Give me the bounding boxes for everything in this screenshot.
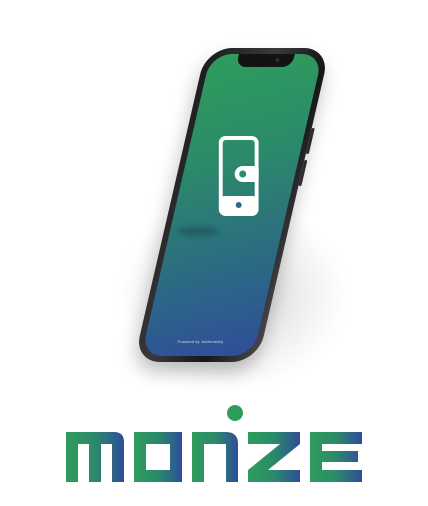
splash-screen: Powered by Jeafrenesily MONZE [0,0,428,506]
powered-by-text: Powered by Jeafrenesily [177,339,224,344]
phone-side-button [298,160,308,186]
phone-mockup: Powered by Jeafrenesily [133,48,331,362]
phone-side-button [305,128,315,154]
camera-icon [275,58,280,62]
phone-screen: Powered by Jeafrenesily [141,54,323,356]
mobile-wallet-icon [218,136,261,216]
phone-notch [235,54,295,67]
brand-logo: MONZE [62,404,366,486]
logo-dot [227,405,243,421]
icon-shadow [176,227,220,236]
